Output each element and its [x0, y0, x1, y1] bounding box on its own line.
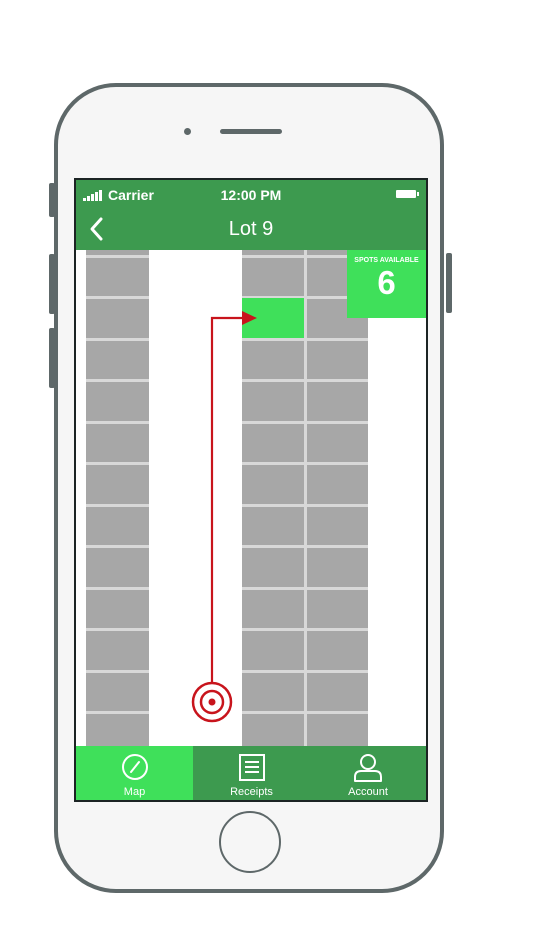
- battery-icon: [396, 190, 419, 198]
- tab-account-label: Account: [348, 786, 388, 798]
- spots-available-count: 6: [377, 264, 396, 301]
- receipt-icon: [238, 754, 265, 781]
- tab-map-label: Map: [123, 786, 146, 798]
- tab-bar: Map Receipts Account: [76, 746, 426, 800]
- earpiece-speaker: [220, 129, 282, 134]
- front-camera: [184, 128, 191, 135]
- tab-receipts-label: Receipts: [230, 786, 273, 798]
- tab-map[interactable]: Map: [76, 746, 193, 800]
- user-icon: [354, 754, 382, 782]
- home-button[interactable]: [219, 811, 281, 873]
- compass-icon: [121, 754, 148, 780]
- page-title: Lot 9: [228, 218, 274, 240]
- spots-available-badge: SPOTS AVAILABLE 6: [347, 250, 426, 318]
- status-bar: Carrier 12:00 PM: [76, 180, 426, 208]
- status-time: 12:00 PM: [220, 187, 282, 203]
- app-screen: Carrier 12:00 PM Lot 9 SPOTS AVAILABLE 6: [74, 178, 428, 802]
- navigation-bar: Lot 9: [76, 208, 426, 250]
- tab-receipts[interactable]: Receipts: [193, 746, 310, 800]
- parking-map[interactable]: SPOTS AVAILABLE 6: [76, 250, 426, 746]
- tab-account[interactable]: Account: [310, 746, 426, 800]
- route-path: [191, 311, 257, 723]
- power-button: [446, 253, 452, 313]
- route-arrow-icon: [242, 311, 257, 325]
